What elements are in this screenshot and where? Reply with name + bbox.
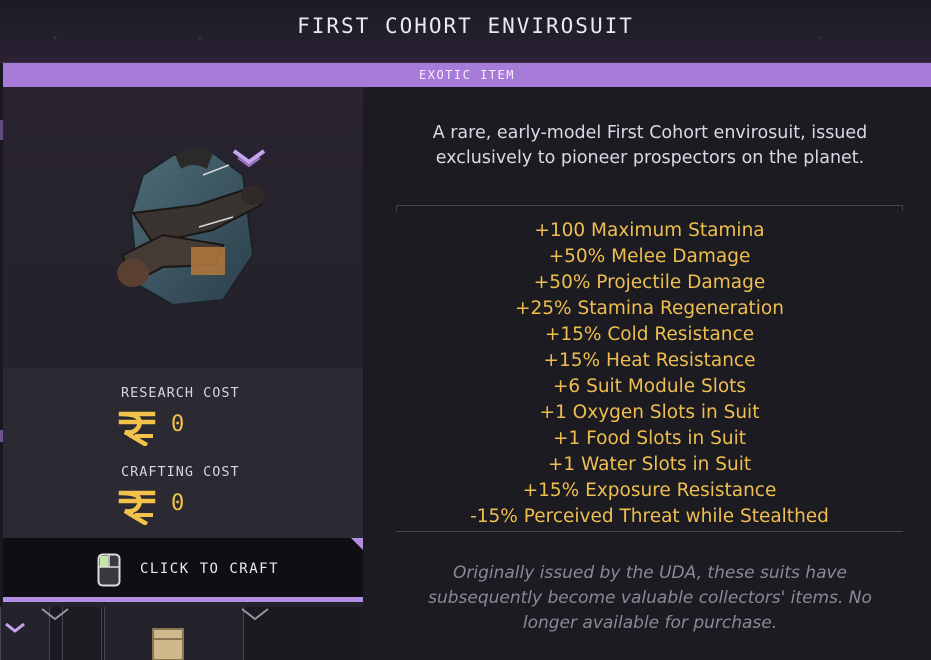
envirosuit-icon [117, 148, 265, 307]
slot-chevron-icon [241, 608, 269, 621]
cost-section: RESEARCH COST 0 CRAFTING COST 0 [3, 368, 363, 538]
item-details-panel: A rare, early-model First Cohort enviros… [363, 87, 931, 660]
stats-box: +100 Maximum Stamina +50% Melee Damage +… [396, 205, 903, 532]
crafting-cost-row: 0 [117, 485, 317, 525]
flavor-text: Originally issued by the UDA, these suit… [428, 563, 872, 633]
mouse-left-click-icon [97, 553, 121, 587]
rupee-currency-icon [118, 411, 156, 446]
stat-line: +50% Melee Damage [548, 246, 751, 267]
crafting-cost-label: CRAFTING COST [121, 464, 240, 480]
stat-line: +15% Exposure Resistance [522, 480, 777, 501]
research-cost-row: 0 [117, 406, 317, 446]
chevron-down-icon [5, 622, 25, 633]
stat-line: -15% Perceived Threat while Stealthed [470, 506, 829, 527]
stat-line: +25% Stamina Regeneration [515, 298, 784, 319]
slot-chevron-icon [41, 608, 69, 621]
item-preview-panel: RESEARCH COST 0 CRAFTING COST 0 CLICK TO… [3, 87, 363, 607]
stat-line: +100 Maximum Stamina [534, 220, 765, 241]
inventory-slot[interactable] [104, 607, 244, 660]
item-description: A rare, early-model First Cohort enviros… [432, 123, 868, 168]
item-image-area [3, 87, 363, 368]
craft-button-corner [351, 538, 363, 550]
stat-line: +50% Projectile Damage [533, 272, 766, 293]
rarity-badge: EXOTIC ITEM [3, 63, 931, 87]
stat-line: +15% Cold Resistance [544, 324, 755, 345]
stat-line: +6 Suit Module Slots [552, 376, 747, 397]
stat-line: +1 Oxygen Slots in Suit [539, 402, 760, 423]
inventory-strip [0, 607, 363, 660]
craft-button-label: CLICK TO CRAFT [140, 561, 280, 577]
tooltip-header: FIRST COHORT ENVIROSUIT [0, 0, 931, 63]
item-title: FIRST COHORT ENVIROSUIT [297, 14, 634, 38]
stat-line: +1 Water Slots in Suit [547, 454, 752, 475]
stat-line: +1 Food Slots in Suit [553, 428, 746, 449]
crate-icon [152, 628, 184, 660]
stats-list: +100 Maximum Stamina +50% Melee Damage +… [396, 218, 903, 530]
research-cost-label: RESEARCH COST [121, 385, 240, 401]
rupee-currency-icon [118, 490, 156, 525]
craft-button[interactable]: CLICK TO CRAFT [3, 538, 363, 602]
research-cost-value: 0 [171, 412, 185, 437]
stat-line: +15% Heat Resistance [543, 350, 756, 371]
crafting-cost-value: 0 [171, 491, 185, 516]
